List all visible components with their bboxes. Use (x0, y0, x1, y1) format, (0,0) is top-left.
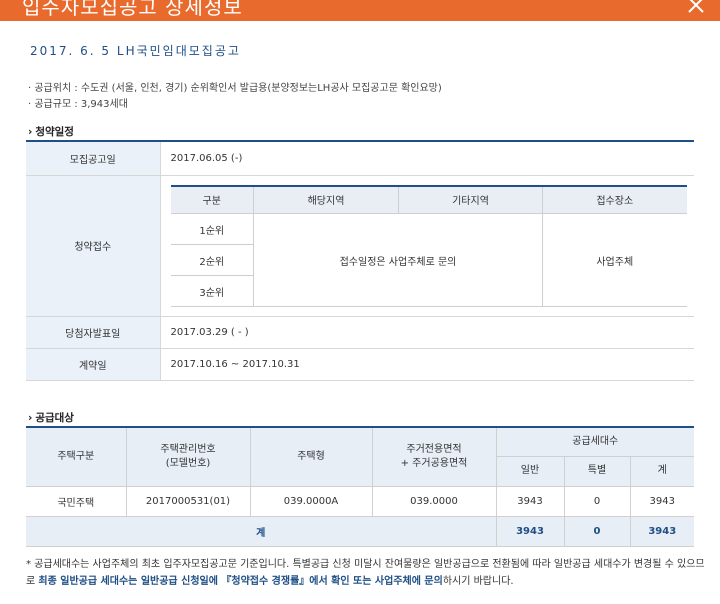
table-row: 국민주택 2017000531(01) 039.0000A 039.0000 3… (26, 486, 694, 517)
header-area: 주거전용면적 + 주거공용면적 (372, 427, 497, 487)
row-special: 0 (564, 486, 631, 517)
schedule-row-winner: 당첨자발표일 2017.03.29 ( - ) (26, 316, 694, 349)
footnote-tail: 하시기 바랍니다. (442, 576, 514, 587)
apply-label: 청약접수 (26, 175, 161, 317)
supply-section-title: 공급대상 (28, 410, 74, 425)
contract-value: 2017.10.16 ~ 2017.10.31 (160, 348, 694, 381)
apply-header-other: 기타지역 (398, 185, 543, 214)
schedule-section-title: 청약일정 (28, 124, 74, 139)
header-mgmt-no: 주택관리번호 (모델번호) (126, 427, 251, 487)
contract-label: 계약일 (26, 348, 161, 381)
row-area: 039.0000 (372, 486, 497, 517)
apply-header-place: 접수장소 (542, 185, 687, 214)
total-special: 0 (564, 516, 631, 547)
header-housing-type: 주택형 (250, 427, 373, 487)
close-icon[interactable] (686, 0, 706, 15)
schedule-row-announce: 모집공고일 2017.06.05 (-) (26, 141, 694, 176)
window-title: 입주자모집공고 상세정보 (22, 0, 243, 19)
rank-1: 1순위 (170, 213, 254, 245)
rank-2: 2순위 (170, 244, 254, 276)
announce-label: 모집공고일 (26, 141, 161, 176)
notice-title: 2017. 6. 5 LH국민임대모집공고 (30, 44, 241, 58)
announce-value: 2017.06.05 (-) (160, 141, 694, 176)
supply-scale-info: · 공급규모 : 3,943세대 (28, 99, 128, 110)
row-sum: 3943 (630, 486, 694, 517)
apply-schedule-text: 접수일정은 사업주체로 문의 (253, 213, 543, 307)
header-special: 특별 (564, 456, 631, 487)
schedule-row-contract: 계약일 2017.10.16 ~ 2017.10.31 (26, 348, 694, 381)
apply-header-division: 구분 (170, 185, 254, 214)
supply-table: 주택구분 주택관리번호 (모델번호) 주택형 주거전용면적 + 주거공용면적 공… (26, 426, 694, 547)
total-label: 계 (26, 516, 497, 547)
total-row: 계 3943 0 3943 (26, 516, 694, 547)
window-titlebar: 입주자모집공고 상세정보 (0, 0, 720, 21)
schedule-table: 모집공고일 2017.06.05 (-) 청약접수 구분 해당지역 기타지역 접… (26, 140, 694, 381)
winner-label: 당첨자발표일 (26, 316, 161, 349)
row-housing-type: 039.0000A (250, 486, 373, 517)
schedule-row-apply: 청약접수 구분 해당지역 기타지역 접수장소 1순위 접수일정은 사업주체로 문… (26, 175, 694, 317)
total-general: 3943 (496, 516, 565, 547)
apply-place: 사업주체 (542, 213, 687, 307)
row-mgmt-no: 2017000531(01) (126, 486, 251, 517)
rank-3: 3순위 (170, 275, 254, 307)
footnote: * 공급세대수는 사업주체의 최초 입주자모집공고문 기준입니다. 특별공급 신… (26, 556, 706, 590)
header-general: 일반 (496, 456, 565, 487)
apply-table: 구분 해당지역 기타지역 접수장소 1순위 접수일정은 사업주체로 문의 사업주… (170, 184, 687, 307)
total-sum: 3943 (630, 516, 694, 547)
row-general: 3943 (496, 486, 565, 517)
winner-value: 2017.03.29 ( - ) (160, 316, 694, 349)
header-units: 공급세대수 (496, 427, 694, 457)
footnote-highlight: 최종 일반공급 세대수는 일반공급 신청일에 『청약접수 경쟁률』에서 확인 또… (38, 576, 443, 587)
row-type: 국민주택 (26, 486, 127, 517)
header-type: 주택구분 (26, 427, 127, 487)
supply-location-info: · 공급위치 : 수도권 (서울, 인천, 경기) 순위확인서 발급용(분양정보… (28, 83, 442, 94)
header-sum: 계 (630, 456, 694, 487)
apply-header-local: 해당지역 (253, 185, 399, 214)
